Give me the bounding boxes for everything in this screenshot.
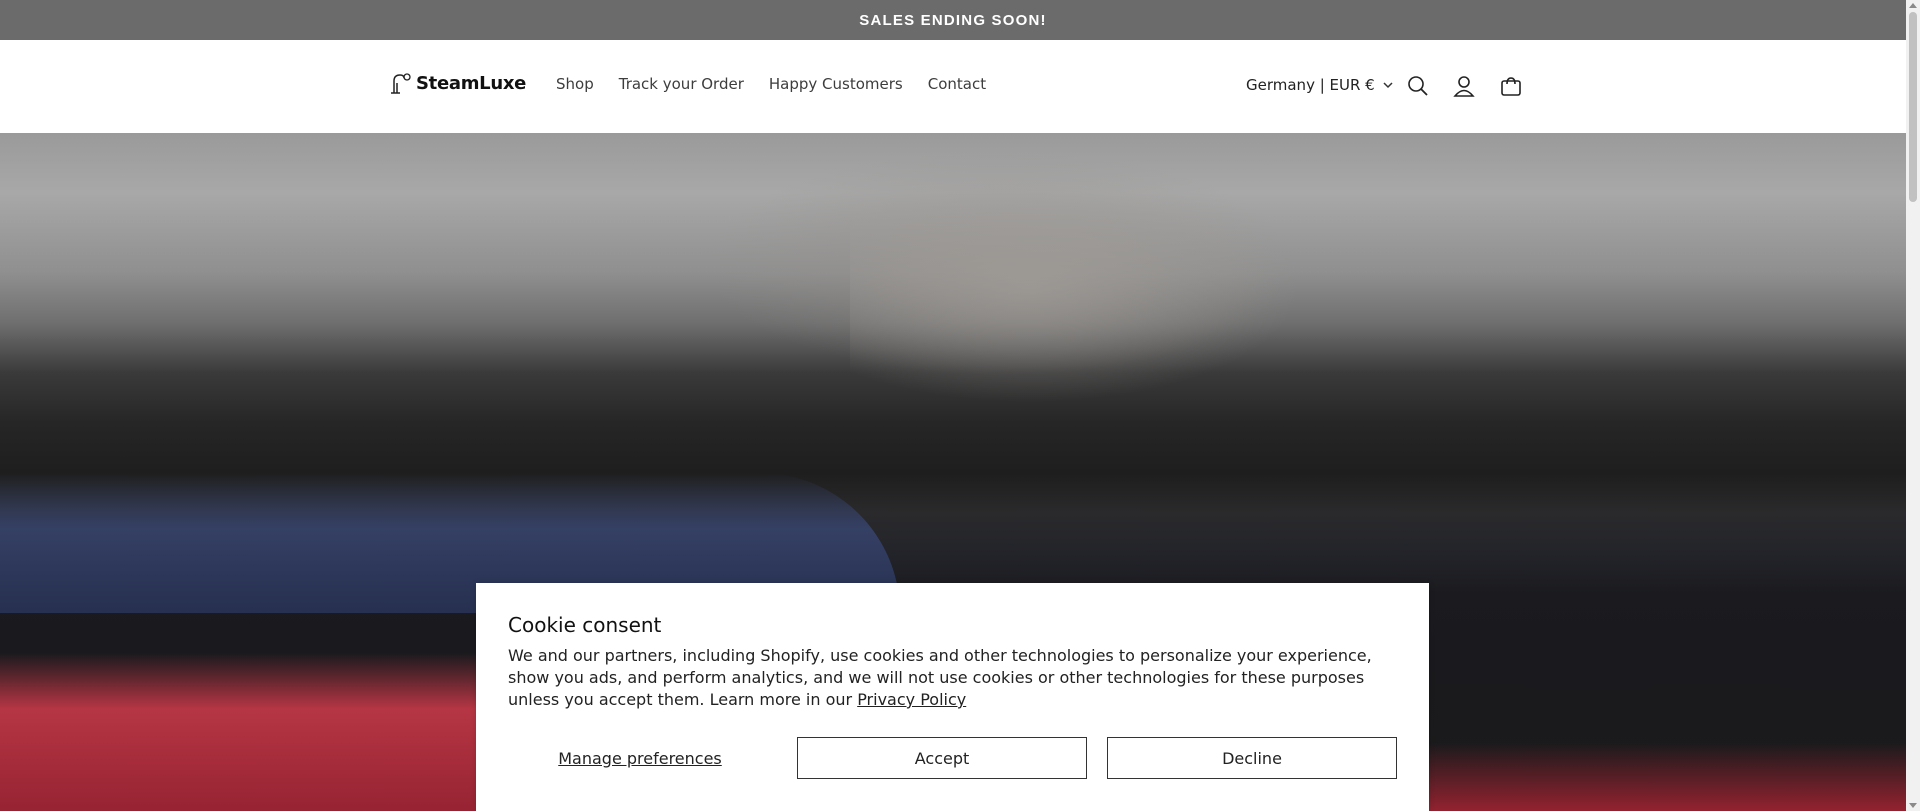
- announcement-text: SALES ENDING SOON!: [859, 11, 1047, 29]
- scroll-up-arrow-icon[interactable]: [1909, 3, 1917, 8]
- search-icon[interactable]: [1405, 73, 1431, 99]
- accept-button[interactable]: Accept: [797, 737, 1087, 779]
- scroll-down-arrow-icon[interactable]: [1909, 803, 1917, 808]
- page-scrollbar[interactable]: [1906, 0, 1920, 811]
- cart-icon[interactable]: [1498, 73, 1524, 99]
- hero-grey-highlight: [850, 173, 1300, 403]
- country-currency-selector[interactable]: Germany | EUR €: [1246, 76, 1393, 94]
- main-nav: Shop Track your Order Happy Customers Co…: [556, 75, 1011, 93]
- logo-text: SteamLuxe: [416, 72, 527, 94]
- nav-shop[interactable]: Shop: [556, 75, 594, 93]
- cookie-body: We and our partners, including Shopify, …: [508, 645, 1403, 711]
- logo-icon: [391, 73, 411, 94]
- nav-happy-customers[interactable]: Happy Customers: [769, 75, 903, 93]
- locale-label: Germany | EUR €: [1246, 76, 1375, 94]
- cookie-consent-dialog: Cookie consent We and our partners, incl…: [476, 583, 1429, 811]
- scrollbar-thumb[interactable]: [1909, 12, 1917, 202]
- hero-red-fabric-right: [1400, 743, 1906, 811]
- announcement-bar: SALES ENDING SOON!: [0, 0, 1906, 40]
- decline-button[interactable]: Decline: [1107, 737, 1397, 779]
- logo-link[interactable]: SteamLuxe: [388, 71, 526, 95]
- site-header: SteamLuxe Shop Track your Order Happy Cu…: [0, 40, 1906, 134]
- cookie-title: Cookie consent: [508, 613, 662, 637]
- account-icon[interactable]: [1451, 73, 1477, 99]
- nav-contact[interactable]: Contact: [928, 75, 986, 93]
- nav-track-order[interactable]: Track your Order: [619, 75, 744, 93]
- privacy-policy-link[interactable]: Privacy Policy: [857, 690, 966, 709]
- chevron-down-icon: [1383, 81, 1393, 88]
- manage-preferences-button[interactable]: Manage preferences: [508, 737, 772, 779]
